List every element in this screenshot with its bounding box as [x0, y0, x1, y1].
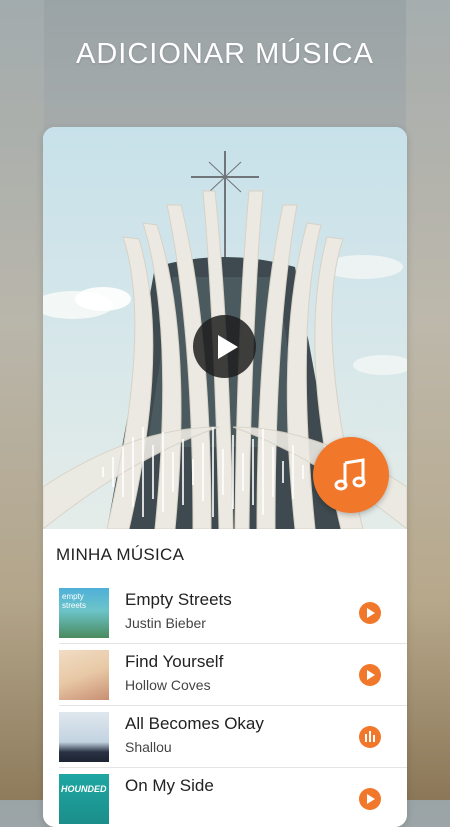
- album-art-thumbnail: HOUNDED: [59, 774, 109, 824]
- play-icon[interactable]: [359, 664, 381, 686]
- track-artist: Hollow Coves: [125, 677, 211, 693]
- play-icon[interactable]: [359, 788, 381, 810]
- track-row[interactable]: All Becomes Okay Shallou: [43, 706, 407, 768]
- add-music-button[interactable]: [313, 437, 389, 513]
- section-label-my-music: MINHA MÚSICA: [56, 545, 185, 564]
- album-art-caption: empty streets: [62, 592, 87, 610]
- album-art-caption: HOUNDED: [61, 784, 107, 794]
- track-title: All Becomes Okay: [125, 714, 264, 733]
- track-title: Empty Streets: [125, 590, 232, 609]
- video-play-button[interactable]: [193, 315, 256, 378]
- album-art-thumbnail: empty streets: [59, 588, 109, 638]
- track-row[interactable]: Find Yourself Hollow Coves: [43, 644, 407, 706]
- page-title: ADICIONAR MÚSICA: [76, 38, 374, 70]
- track-title: On My Side: [125, 776, 214, 795]
- music-note-icon: [334, 458, 366, 491]
- track-title: Find Yourself: [125, 652, 224, 671]
- play-icon[interactable]: [359, 602, 381, 624]
- album-art-thumbnail: [59, 712, 109, 762]
- track-artist: Justin Bieber: [125, 615, 206, 631]
- background-blur-left: [0, 0, 44, 800]
- background-blur-right: [406, 0, 450, 800]
- track-row[interactable]: empty streets Empty Streets Justin Biebe…: [43, 582, 407, 644]
- music-card: MINHA MÚSICA empty streets Empty Streets…: [43, 127, 407, 827]
- track-artist: Shallou: [125, 739, 172, 755]
- equalizer-icon[interactable]: [359, 726, 381, 748]
- album-art-thumbnail: [59, 650, 109, 700]
- track-row[interactable]: HOUNDED On My Side: [43, 768, 407, 827]
